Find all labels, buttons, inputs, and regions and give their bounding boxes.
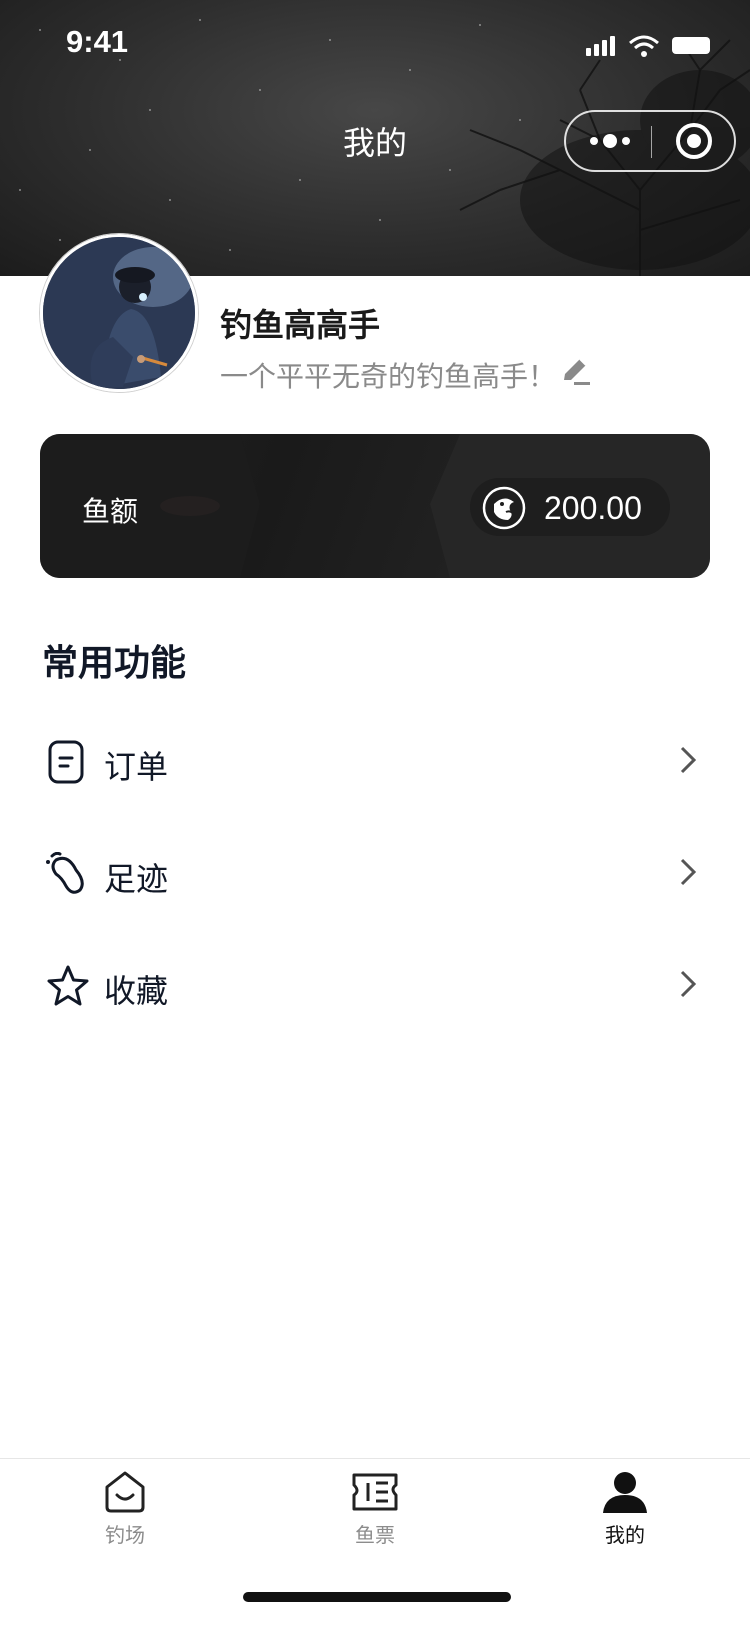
balance-value: 200.00 (544, 490, 642, 526)
chevron-right-icon (678, 970, 698, 1002)
more-button[interactable] (566, 112, 651, 170)
mini-program-capsule (564, 110, 736, 172)
wifi-icon (629, 35, 659, 50)
chevron-right-icon (678, 746, 698, 778)
chevron-right-icon (678, 858, 698, 890)
menu-item-orders[interactable]: 订单 (0, 710, 750, 810)
tab-fish-tickets[interactable]: 鱼票 (250, 1469, 500, 1569)
tab-me[interactable]: 我的 (500, 1469, 750, 1569)
fish-coin-icon (482, 486, 526, 534)
menu-label-favorites: 收藏 (104, 972, 169, 1010)
menu-label-footprints: 足迹 (104, 860, 169, 898)
balance-label: 鱼额 (82, 495, 139, 528)
home-icon (105, 1471, 145, 1513)
menu-item-footprints[interactable]: 足迹 (0, 822, 750, 922)
tab-label-me: 我的 (605, 1523, 645, 1547)
star-icon (46, 964, 90, 1012)
signal-icon (586, 36, 615, 56)
target-icon (676, 123, 712, 159)
profile-bio: 一个平平无奇的钓鱼高手！ (220, 360, 557, 393)
balance-card[interactable]: 鱼额 200.00 (40, 434, 710, 578)
battery-icon (672, 37, 710, 54)
status-time: 9:41 (66, 24, 129, 59)
home-indicator (243, 1592, 511, 1602)
more-dots-icon (590, 134, 630, 148)
menu-label-orders: 订单 (104, 748, 169, 786)
order-icon (46, 740, 86, 788)
ticket-icon (352, 1473, 398, 1511)
section-title: 常用功能 (42, 643, 187, 684)
user-icon (603, 1472, 647, 1513)
tab-label-fish-tickets: 鱼票 (355, 1523, 395, 1547)
edit-icon[interactable] (560, 354, 592, 390)
menu-item-favorites[interactable]: 收藏 (0, 934, 750, 1034)
balance-pill: 200.00 (470, 478, 670, 536)
footprint-icon (46, 851, 90, 900)
avatar[interactable] (40, 234, 198, 392)
close-button[interactable] (652, 112, 734, 170)
status-icons (586, 34, 716, 62)
profile-name: 钓鱼高高手 (220, 306, 381, 344)
tab-label-fishing-spots: 钓场 (105, 1523, 145, 1547)
tab-fishing-spots[interactable]: 钓场 (0, 1469, 250, 1569)
